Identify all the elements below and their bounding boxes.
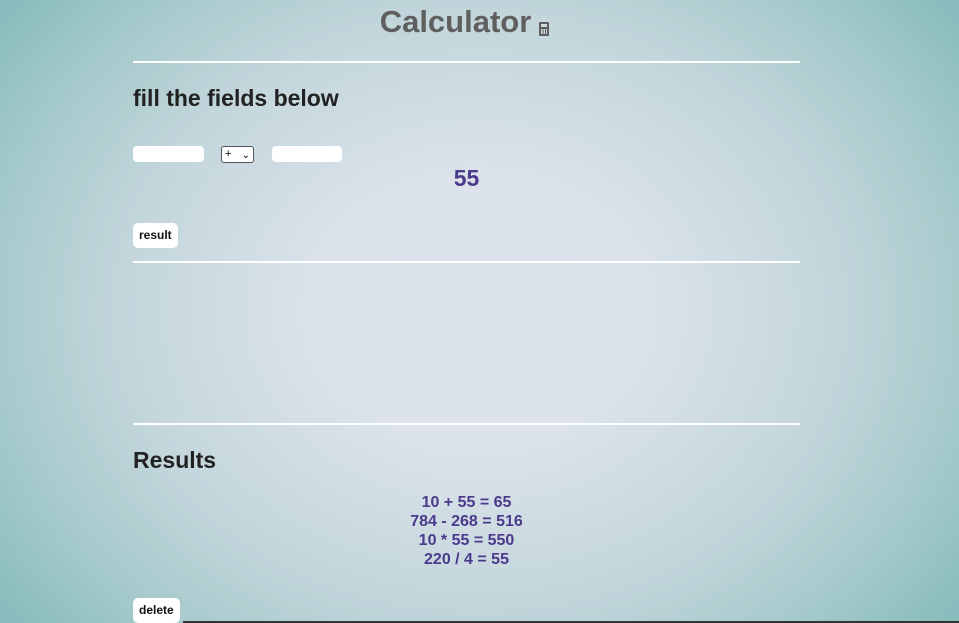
operator-selected-value: +	[225, 148, 232, 160]
list-item: 10 * 55 = 550	[418, 532, 515, 549]
chevron-down-icon: ⌄	[241, 150, 250, 161]
results-heading: Results	[133, 447, 217, 473]
first-operand-input[interactable]	[133, 146, 204, 162]
result-value: 55	[453, 165, 480, 191]
results-list: 10 + 55 = 65 784 - 268 = 516 10 * 55 = 5…	[0, 493, 933, 569]
list-item: 10 + 55 = 65	[421, 494, 512, 511]
divider-results	[133, 423, 800, 425]
page-title-text: Calculator	[379, 4, 532, 39]
divider-top	[133, 61, 800, 63]
delete-button[interactable]: delete	[133, 598, 180, 623]
list-item: 220 / 4 = 55	[424, 551, 509, 568]
result-button[interactable]: result	[133, 223, 178, 248]
calculator-icon	[539, 22, 550, 36]
form-heading: fill the fields below	[133, 85, 339, 111]
second-operand-input[interactable]	[272, 146, 342, 162]
list-item: 784 - 268 = 516	[410, 513, 523, 530]
divider-middle	[133, 261, 800, 263]
operator-select[interactable]: + ⌄	[221, 146, 254, 163]
page-title: Calculator	[0, 2, 929, 42]
